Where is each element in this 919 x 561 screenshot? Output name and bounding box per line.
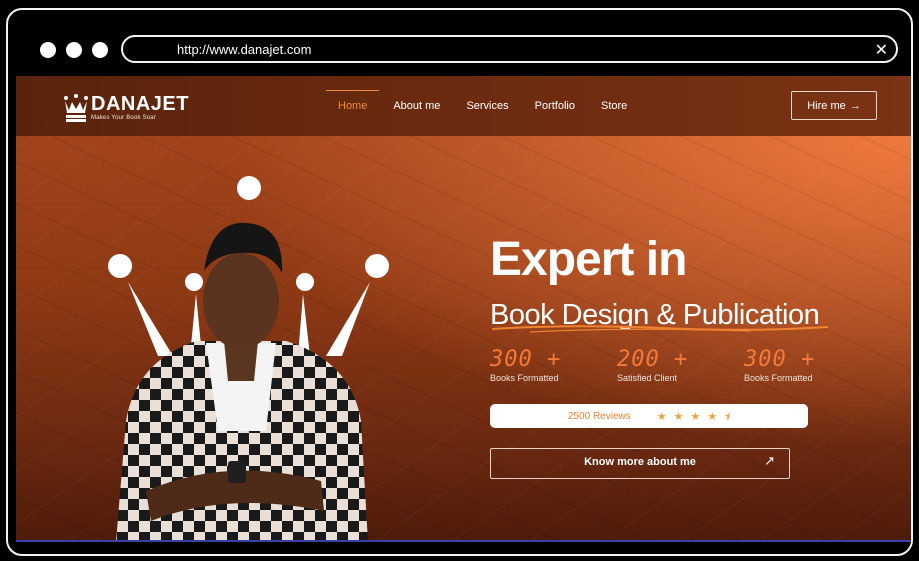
- stat-label: Books Formatted: [490, 373, 559, 383]
- brand-tagline: Makes Your Book Soar: [91, 115, 157, 121]
- stat-label: Books Formatted: [744, 373, 813, 383]
- star-icon: ★: [673, 409, 684, 423]
- window-dot-minimize[interactable]: [66, 42, 82, 58]
- half-star-icon: ⯨: [724, 409, 731, 423]
- url-text[interactable]: http://www.danajet.com: [177, 42, 311, 57]
- site-logo[interactable]: DANAJET Makes Your Book Soar: [63, 94, 189, 124]
- underline-swash: [491, 325, 829, 333]
- reviews-count: 2500 Reviews: [567, 410, 631, 422]
- stat-item: 200 + Satisfied Client: [617, 347, 744, 384]
- nav-item-store[interactable]: Store: [601, 76, 627, 136]
- stat-item: 300 + Books Formatted: [490, 347, 617, 384]
- nav-item-about[interactable]: About me: [393, 76, 440, 136]
- browser-frame: http://www.danajet.com ✕ DANAJET Makes Y…: [6, 8, 913, 556]
- nav-item-home[interactable]: Home: [325, 76, 380, 136]
- window-dot-maximize[interactable]: [92, 42, 108, 58]
- address-bar[interactable]: http://www.danajet.com ✕: [121, 35, 898, 63]
- know-more-label: Know more about me: [584, 456, 696, 468]
- stat-item: 300 + Books Formatted: [744, 347, 871, 384]
- stat-value: 300 +: [490, 347, 562, 372]
- stat-value: 300 +: [744, 347, 816, 372]
- star-icon: ★: [656, 409, 667, 423]
- reviews-badge[interactable]: 2500 Reviews ★ ★ ★ ★ ⯨: [490, 404, 808, 428]
- hire-me-button[interactable]: Hire me →: [791, 91, 877, 120]
- star-rating: ★ ★ ★ ★ ⯨: [657, 411, 730, 422]
- close-icon[interactable]: ✕: [875, 40, 888, 59]
- arrow-up-right-icon: ↗: [764, 454, 775, 469]
- page-viewport: DANAJET Makes Your Book Soar Home About …: [16, 76, 911, 542]
- nav-item-services[interactable]: Services: [466, 76, 508, 136]
- star-icon: ★: [690, 409, 701, 423]
- window-controls: [40, 42, 108, 58]
- crown-icon: [64, 94, 88, 122]
- window-dot-close[interactable]: [40, 42, 56, 58]
- site-navbar: DANAJET Makes Your Book Soar Home About …: [16, 76, 911, 136]
- stats-row: 300 + Books Formatted 200 + Satisfied Cl…: [490, 347, 871, 384]
- stat-value: 200 +: [617, 347, 689, 372]
- know-more-button[interactable]: Know more about me ↗: [490, 448, 790, 479]
- brand-name: DANAJET: [91, 93, 189, 115]
- nav-links: Home About me Services Portfolio Store: [325, 76, 653, 136]
- hire-me-label: Hire me: [807, 99, 846, 112]
- stat-label: Satisfied Client: [617, 373, 678, 383]
- profile-photo: [116, 222, 368, 540]
- nav-item-portfolio[interactable]: Portfolio: [535, 76, 575, 136]
- arrow-right-icon: →: [849, 99, 861, 112]
- hero-headline: Expert in: [490, 233, 687, 286]
- star-icon: ★: [707, 409, 718, 423]
